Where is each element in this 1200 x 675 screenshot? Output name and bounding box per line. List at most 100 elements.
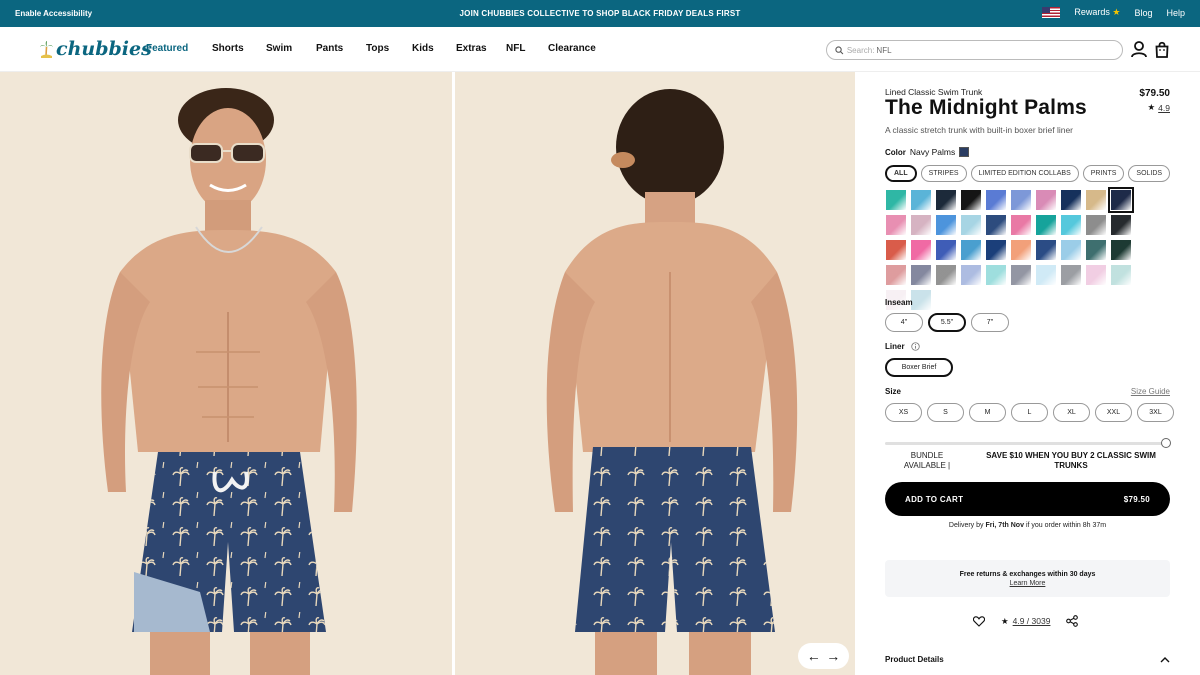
- nav-swim[interactable]: Swim: [266, 43, 316, 54]
- rewards-link[interactable]: Rewards ★: [1074, 7, 1120, 18]
- color-swatch[interactable]: [1086, 190, 1106, 210]
- color-swatch[interactable]: [986, 240, 1006, 260]
- add-to-cart-button[interactable]: ADD TO CART $79.50: [885, 482, 1170, 516]
- account-icon[interactable]: [1131, 41, 1147, 58]
- bundle-toggle[interactable]: [1161, 438, 1171, 448]
- size-guide-link[interactable]: Size Guide: [1131, 387, 1170, 396]
- size-option-xl[interactable]: XL: [1053, 403, 1090, 422]
- reviews-summary[interactable]: ★ 4.9 / 3039: [1001, 616, 1050, 627]
- size-option-l[interactable]: L: [1011, 403, 1048, 422]
- heart-icon[interactable]: [973, 615, 985, 627]
- color-swatch[interactable]: [961, 215, 981, 235]
- color-swatch[interactable]: [1086, 265, 1106, 285]
- color-swatch[interactable]: [1108, 187, 1134, 213]
- filter-all[interactable]: ALL: [885, 165, 917, 182]
- gallery-arrows: ← →: [798, 643, 849, 669]
- filter-limited-edition-collabs[interactable]: LIMITED EDITION COLLABS: [970, 165, 1079, 182]
- color-swatch[interactable]: [911, 290, 931, 310]
- color-swatch[interactable]: [1011, 265, 1031, 285]
- inseam-option-5-5[interactable]: 5.5": [928, 313, 966, 332]
- arrow-right-icon[interactable]: →: [826, 649, 840, 663]
- color-swatch[interactable]: [1036, 190, 1056, 210]
- nav-tops[interactable]: Tops: [366, 43, 412, 54]
- liner-option-boxer-brief[interactable]: Boxer Brief: [885, 358, 953, 377]
- color-swatch[interactable]: [986, 190, 1006, 210]
- info-icon[interactable]: [910, 342, 920, 351]
- inseam-option-4[interactable]: 4": [885, 313, 923, 332]
- reviews-count: 4.9 / 3039: [1012, 616, 1051, 626]
- color-swatch[interactable]: [1036, 215, 1056, 235]
- nav-pants[interactable]: Pants: [316, 43, 366, 54]
- nav-clearance[interactable]: Clearance: [548, 43, 608, 54]
- size-option-s[interactable]: S: [927, 403, 964, 422]
- search-input[interactable]: [876, 45, 1122, 55]
- chevron-up-icon: [1160, 656, 1170, 662]
- filter-stripes[interactable]: STRIPES: [920, 165, 967, 182]
- color-swatch[interactable]: [1011, 215, 1031, 235]
- product-info-panel: Lined Classic Swim Trunk $79.50 The Midn…: [855, 72, 1200, 675]
- color-swatch[interactable]: [1111, 215, 1131, 235]
- size-option-xxl[interactable]: XXL: [1095, 403, 1132, 422]
- nav-shorts[interactable]: Shorts: [212, 43, 266, 54]
- color-swatch[interactable]: [1036, 240, 1056, 260]
- chubbies-logo[interactable]: chubbies: [40, 38, 152, 60]
- color-swatch[interactable]: [886, 240, 906, 260]
- nav-extras[interactable]: Extras: [456, 43, 506, 54]
- color-swatch[interactable]: [1061, 190, 1081, 210]
- inseam-option-7[interactable]: 7": [971, 313, 1009, 332]
- color-swatch[interactable]: [911, 190, 931, 210]
- delivery-date: Fri, 7th Nov: [985, 522, 1024, 529]
- color-swatch[interactable]: [961, 190, 981, 210]
- size-option-m[interactable]: M: [969, 403, 1006, 422]
- size-option-xs[interactable]: XS: [885, 403, 922, 422]
- color-swatch[interactable]: [1111, 240, 1131, 260]
- product-details-accordion[interactable]: Product Details: [885, 655, 1170, 664]
- color-swatch[interactable]: [1086, 240, 1106, 260]
- size-option-3xl[interactable]: 3XL: [1137, 403, 1174, 422]
- color-swatch[interactable]: [936, 240, 956, 260]
- color-swatch[interactable]: [986, 265, 1006, 285]
- blog-link[interactable]: Blog: [1134, 8, 1152, 18]
- color-swatch[interactable]: [1061, 265, 1081, 285]
- color-swatch[interactable]: [1036, 265, 1056, 285]
- color-swatch[interactable]: [911, 215, 931, 235]
- color-swatch[interactable]: [886, 215, 906, 235]
- cart-icon[interactable]: [1155, 41, 1169, 58]
- product-image-front[interactable]: [0, 72, 452, 675]
- color-swatch[interactable]: [1111, 265, 1131, 285]
- help-link[interactable]: Help: [1166, 8, 1185, 18]
- nav-kids[interactable]: Kids: [412, 43, 456, 54]
- color-swatch[interactable]: [961, 240, 981, 260]
- learn-more-link[interactable]: Learn More: [885, 579, 1170, 588]
- product-image-back[interactable]: [455, 72, 855, 675]
- nav-featured[interactable]: Featured: [146, 43, 212, 54]
- color-swatch[interactable]: [1011, 190, 1031, 210]
- color-swatch[interactable]: [911, 240, 931, 260]
- us-flag-icon[interactable]: [1042, 7, 1061, 18]
- color-swatch[interactable]: [1086, 215, 1106, 235]
- color-swatch[interactable]: [1061, 215, 1081, 235]
- color-swatch[interactable]: [1011, 240, 1031, 260]
- product-rating[interactable]: ★ 4.9: [1148, 102, 1170, 113]
- filter-prints[interactable]: PRINTS: [1082, 165, 1125, 182]
- color-swatch[interactable]: [986, 215, 1006, 235]
- color-swatch[interactable]: [936, 215, 956, 235]
- delivery-estimate: Delivery by Fri, 7th Nov if you order wi…: [885, 522, 1170, 529]
- palm-logo-icon: [40, 40, 53, 58]
- color-swatch[interactable]: [936, 265, 956, 285]
- site-header: chubbies Featured Shorts Swim Pants Tops…: [0, 27, 1200, 72]
- nav-nfl[interactable]: NFL: [506, 43, 548, 54]
- search-bar[interactable]: Search:: [826, 40, 1123, 60]
- color-swatch[interactable]: [886, 190, 906, 210]
- inseam-label: Inseam: [885, 298, 913, 307]
- color-swatch[interactable]: [1061, 240, 1081, 260]
- bundle-offer-text[interactable]: SAVE $10 WHEN YOU BUY 2 CLASSIC SWIM TRU…: [971, 451, 1171, 471]
- color-swatch[interactable]: [936, 190, 956, 210]
- filter-solids[interactable]: SOLIDS: [1128, 165, 1171, 182]
- share-icon[interactable]: [1066, 615, 1079, 627]
- promo-banner-link[interactable]: JOIN CHUBBIES COLLECTIVE TO SHOP BLACK F…: [0, 9, 1200, 18]
- color-swatch[interactable]: [961, 265, 981, 285]
- arrow-left-icon[interactable]: ←: [807, 649, 821, 663]
- color-swatch[interactable]: [911, 265, 931, 285]
- color-swatch[interactable]: [886, 265, 906, 285]
